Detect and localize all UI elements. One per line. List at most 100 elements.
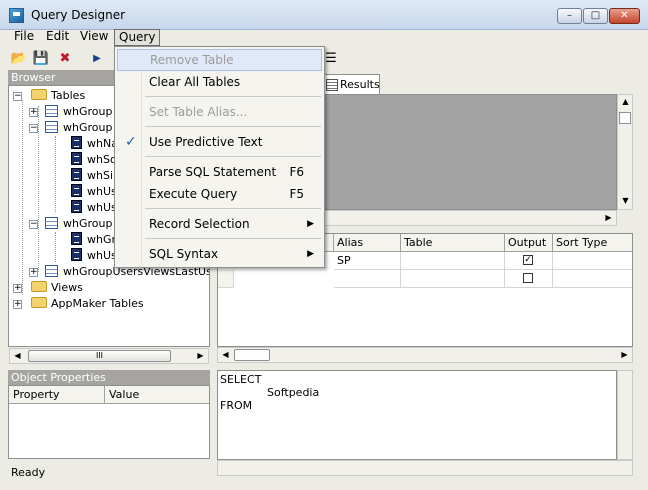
column-icon: [71, 184, 82, 197]
menu-item-sql-syntax[interactable]: SQL Syntax ▶: [117, 243, 322, 265]
scroll-up-icon[interactable]: ▲: [618, 95, 633, 109]
minimize-button[interactable]: –: [557, 8, 582, 24]
menu-query[interactable]: Query: [114, 29, 161, 46]
table-icon: [45, 105, 58, 117]
grid-horizontal-scrollbar[interactable]: ◀ ▶: [217, 347, 633, 363]
menu-view[interactable]: View: [76, 29, 112, 46]
table-cell-table[interactable]: [401, 270, 505, 288]
folder-icon: [31, 297, 47, 308]
tree-node-column[interactable]: whSi: [71, 168, 113, 184]
sql-line: FROM: [220, 399, 253, 412]
table-icon: [45, 217, 58, 229]
tree-node-column[interactable]: whUs: [71, 200, 117, 216]
shortcut-label: F6: [289, 165, 304, 179]
collapse-icon[interactable]: −: [13, 92, 22, 101]
sql-line: Softpedia: [267, 386, 320, 399]
column-header-output[interactable]: Output: [505, 234, 553, 252]
column-icon: [71, 200, 82, 213]
scroll-right-icon[interactable]: ▶: [617, 348, 632, 362]
scroll-right-icon[interactable]: ▶: [193, 349, 208, 363]
table-cell-alias[interactable]: [334, 270, 401, 288]
sql-horizontal-scrollbar[interactable]: [217, 460, 633, 476]
tree-node-column[interactable]: whNa: [71, 136, 118, 152]
table-cell-table[interactable]: [401, 252, 505, 270]
tree-node-column[interactable]: whSo: [71, 152, 117, 168]
menu-item-parse-sql[interactable]: Parse SQL Statement F6: [117, 161, 322, 183]
menu-item-set-table-alias[interactable]: Set Table Alias...: [117, 101, 322, 123]
scroll-thumb[interactable]: III: [28, 350, 171, 362]
close-button[interactable]: ✕: [609, 8, 640, 24]
column-header-sort-type[interactable]: Sort Type: [553, 234, 632, 252]
diagram-vertical-scrollbar[interactable]: ▲ ▼: [617, 94, 633, 210]
object-properties-grid[interactable]: Property Value: [8, 385, 210, 459]
tree-label: whSo: [87, 153, 117, 166]
scroll-thumb[interactable]: [619, 112, 631, 124]
tab-results[interactable]: Results: [322, 74, 380, 94]
column-header-property[interactable]: Property: [9, 386, 105, 404]
table-icon: [45, 121, 58, 133]
menu-item-label: Record Selection: [149, 217, 250, 231]
menu-edit[interactable]: Edit: [42, 29, 73, 46]
scroll-thumb[interactable]: [234, 349, 270, 361]
menu-item-record-selection[interactable]: Record Selection ▶: [117, 213, 322, 235]
browser-horizontal-scrollbar[interactable]: ◀ III ▶: [9, 348, 209, 364]
check-icon: ✓: [125, 134, 137, 150]
tree-label: whGroup: [63, 217, 113, 230]
sql-editor[interactable]: SELECT Softpedia FROM: [217, 370, 617, 460]
tree-label: Views: [51, 281, 83, 294]
scroll-left-icon[interactable]: ◀: [218, 348, 233, 362]
menu-item-execute-query[interactable]: Execute Query F5: [117, 183, 322, 205]
column-header-alias[interactable]: Alias: [334, 234, 401, 252]
maximize-button[interactable]: □: [583, 8, 608, 24]
table-cell-sort[interactable]: [553, 252, 632, 270]
app-icon: [9, 8, 24, 23]
collapse-icon[interactable]: −: [29, 220, 38, 229]
scroll-down-icon[interactable]: ▼: [618, 194, 633, 208]
tree-node-column[interactable]: whUs: [71, 184, 117, 200]
menu-item-label: Execute Query: [149, 187, 238, 201]
sql-vertical-scrollbar[interactable]: [617, 370, 633, 460]
tree-label: whUs: [87, 201, 117, 214]
object-properties-title: Object Properties: [8, 370, 210, 385]
column-icon: [71, 152, 82, 165]
table-cell-sort[interactable]: [553, 270, 632, 288]
tree-label: whSi: [87, 169, 114, 182]
table-cell-output: ✓: [505, 252, 553, 270]
query-dropdown-menu: Remove Table Clear All Tables Set Table …: [114, 46, 325, 268]
menu-file[interactable]: File: [10, 29, 38, 46]
expand-icon[interactable]: +: [13, 284, 22, 293]
collapse-icon[interactable]: −: [29, 124, 38, 133]
table-cell-alias[interactable]: SP: [334, 252, 401, 270]
tree-label: whUs: [87, 249, 117, 262]
column-header-value[interactable]: Value: [105, 386, 209, 404]
tree-label: AppMaker Tables: [51, 297, 144, 310]
run-icon[interactable]: ▶: [88, 50, 106, 68]
expand-icon[interactable]: +: [29, 268, 38, 277]
shortcut-label: F5: [289, 187, 304, 201]
delete-icon[interactable]: ✖: [56, 50, 74, 68]
column-header-table[interactable]: Table: [401, 234, 505, 252]
title-bar: Query Designer – □ ✕: [0, 0, 648, 30]
open-folder-icon[interactable]: 📂: [10, 50, 28, 68]
save-icon[interactable]: 💾: [32, 50, 50, 68]
output-checkbox[interactable]: ✓: [523, 255, 533, 265]
output-checkbox[interactable]: [523, 273, 533, 283]
tree-label: whUs: [87, 185, 117, 198]
table-cell-output: [505, 270, 553, 288]
expand-icon[interactable]: +: [29, 108, 38, 117]
menu-item-clear-all-tables[interactable]: Clear All Tables: [117, 71, 322, 93]
column-icon: [71, 248, 82, 261]
tree-node-column[interactable]: whUs: [71, 248, 117, 264]
scroll-left-icon[interactable]: ◀: [10, 349, 25, 363]
status-text: Ready: [11, 466, 46, 479]
menu-item-remove-table[interactable]: Remove Table: [117, 49, 322, 71]
row-header[interactable]: [218, 270, 234, 288]
menu-item-use-predictive-text[interactable]: ✓ Use Predictive Text: [117, 131, 322, 153]
sql-line: SELECT: [220, 373, 262, 386]
scroll-right-icon[interactable]: ▶: [601, 211, 616, 225]
tree-node-column[interactable]: whGr: [71, 232, 116, 248]
folder-icon: [31, 89, 47, 100]
window-title: Query Designer: [31, 8, 126, 22]
expand-icon[interactable]: +: [13, 300, 22, 309]
column-icon: [71, 168, 82, 181]
